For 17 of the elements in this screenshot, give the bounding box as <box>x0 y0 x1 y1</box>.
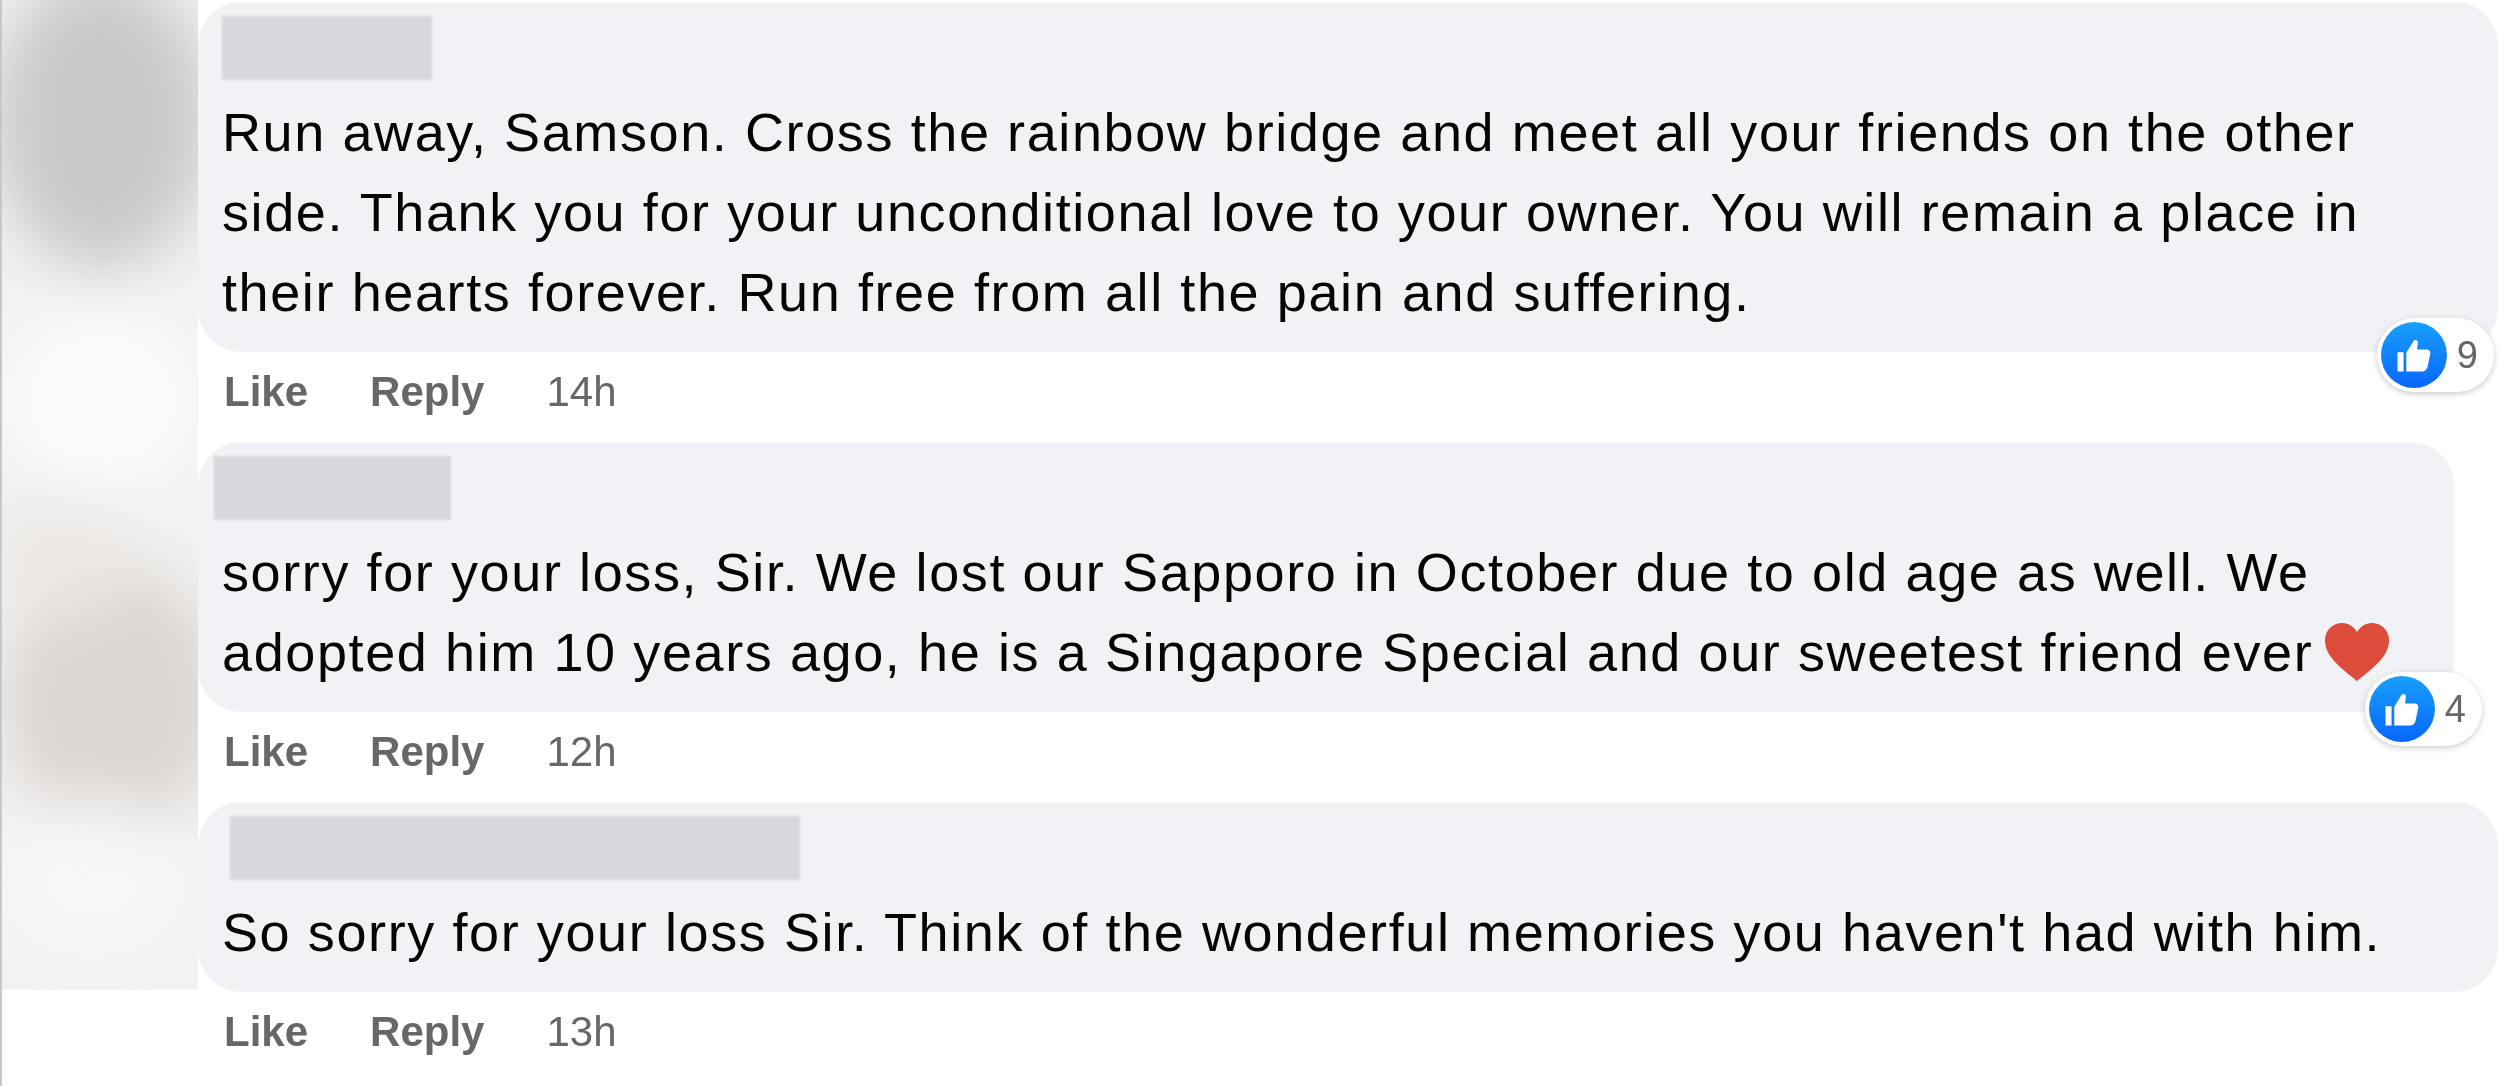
reaction-badge[interactable]: 9 <box>2376 318 2494 392</box>
like-link[interactable]: Like <box>224 1008 309 1056</box>
reply-link[interactable]: Reply <box>370 368 485 416</box>
comment-time: 13h <box>546 1008 617 1056</box>
comment-text: Run away, Samson. Cross the rainbow bridge and meet all your friends on the other side. Thank you for your unconditional love to your owner. You will remain a place in their hearts forever. Run free from all the pain and suffering. <box>222 101 2361 324</box>
thumbs-up-icon <box>2380 322 2447 388</box>
reaction-badge[interactable]: 4 <box>2364 672 2482 746</box>
thumbs-up-icon <box>2368 676 2435 742</box>
reply-link[interactable]: Reply <box>370 1008 485 1056</box>
comment-time: 14h <box>546 368 617 416</box>
comment-text: So sorry for your loss Sir. Think of the wonderful memories you haven't had with him. <box>222 901 2383 964</box>
reaction-count: 9 <box>2456 333 2478 377</box>
reply-link[interactable]: Reply <box>370 728 485 776</box>
like-link[interactable]: Like <box>224 368 309 416</box>
like-link[interactable]: Like <box>224 728 309 776</box>
comment-time: 12h <box>546 728 617 776</box>
reaction-count: 4 <box>2444 687 2466 731</box>
